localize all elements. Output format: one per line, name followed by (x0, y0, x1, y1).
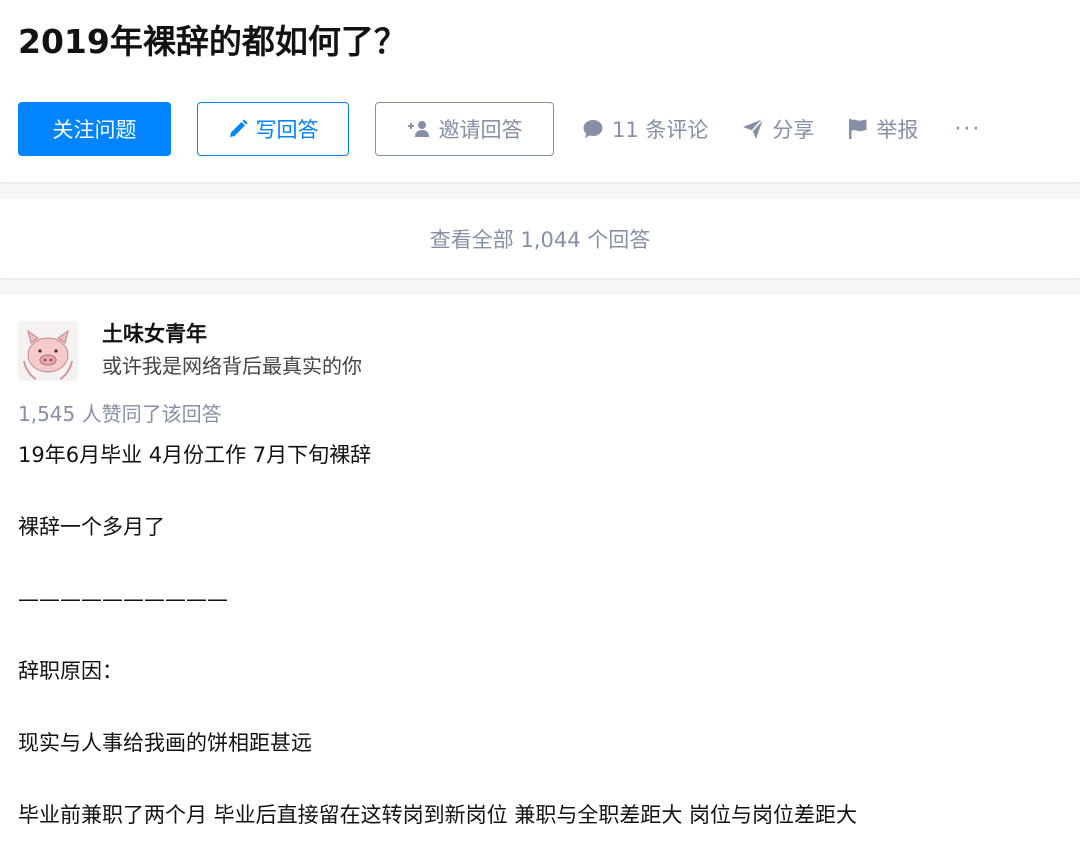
pencil-icon (228, 119, 248, 139)
speech-bubble-icon (582, 118, 604, 140)
answer-paragraph: 辞职原因： (18, 659, 123, 683)
author-bio: 或许我是网络背后最真实的你 (102, 354, 362, 378)
answer-paragraph: 19年6月毕业 4月份工作 7月下旬裸辞 (18, 443, 372, 467)
question-header: 2019年裸辞的都如何了？ 关注问题 写回答 邀请回答 11 条评论 分享 举报… (0, 0, 1080, 182)
pig-avatar-icon (18, 321, 78, 381)
report-button[interactable]: 举报 (848, 114, 918, 144)
answer-card: 土味女青年 或许我是网络背后最真实的你 1,545 人赞同了该回答 19年6月毕… (0, 295, 1080, 855)
invite-answer-label: 邀请回答 (438, 118, 523, 142)
view-all-answers-link[interactable]: 查看全部 1,044 个回答 (0, 199, 1080, 278)
follow-question-button[interactable]: 关注问题 (18, 102, 171, 156)
comments-button[interactable]: 11 条评论 (582, 114, 708, 144)
flag-icon (848, 118, 868, 140)
share-button[interactable]: 分享 (742, 114, 814, 144)
share-label: 分享 (772, 118, 815, 142)
paper-plane-icon (742, 118, 764, 140)
answer-divider-line: —————————— (18, 587, 228, 611)
comments-label: 11 条评论 (612, 118, 709, 142)
vote-count: 1,545 人赞同了该回答 (18, 402, 222, 426)
answer-paragraph: 毕业前兼职了两个月 毕业后直接留在这转岗到新岗位 兼职与全职差距大 岗位与岗位差… (18, 803, 858, 827)
add-person-icon (407, 119, 431, 139)
write-answer-button[interactable]: 写回答 (197, 102, 349, 156)
invite-answer-button[interactable]: 邀请回答 (375, 102, 554, 156)
answer-body: 19年6月毕业 4月份工作 7月下旬裸辞 裸辞一个多月了 —————————— … (18, 437, 1058, 833)
report-label: 举报 (876, 118, 919, 142)
answer-paragraph: 裸辞一个多月了 (18, 515, 165, 539)
avatar[interactable] (18, 321, 78, 381)
ellipsis-icon[interactable]: ··· (954, 117, 981, 142)
question-actions: 关注问题 写回答 邀请回答 11 条评论 分享 举报 ··· (18, 102, 981, 156)
answer-paragraph: 现实与人事给我画的饼相距甚远 (18, 731, 312, 755)
write-answer-label: 写回答 (255, 118, 319, 142)
author-name[interactable]: 土味女青年 (102, 319, 207, 349)
question-title: 2019年裸辞的都如何了？ (18, 22, 407, 61)
